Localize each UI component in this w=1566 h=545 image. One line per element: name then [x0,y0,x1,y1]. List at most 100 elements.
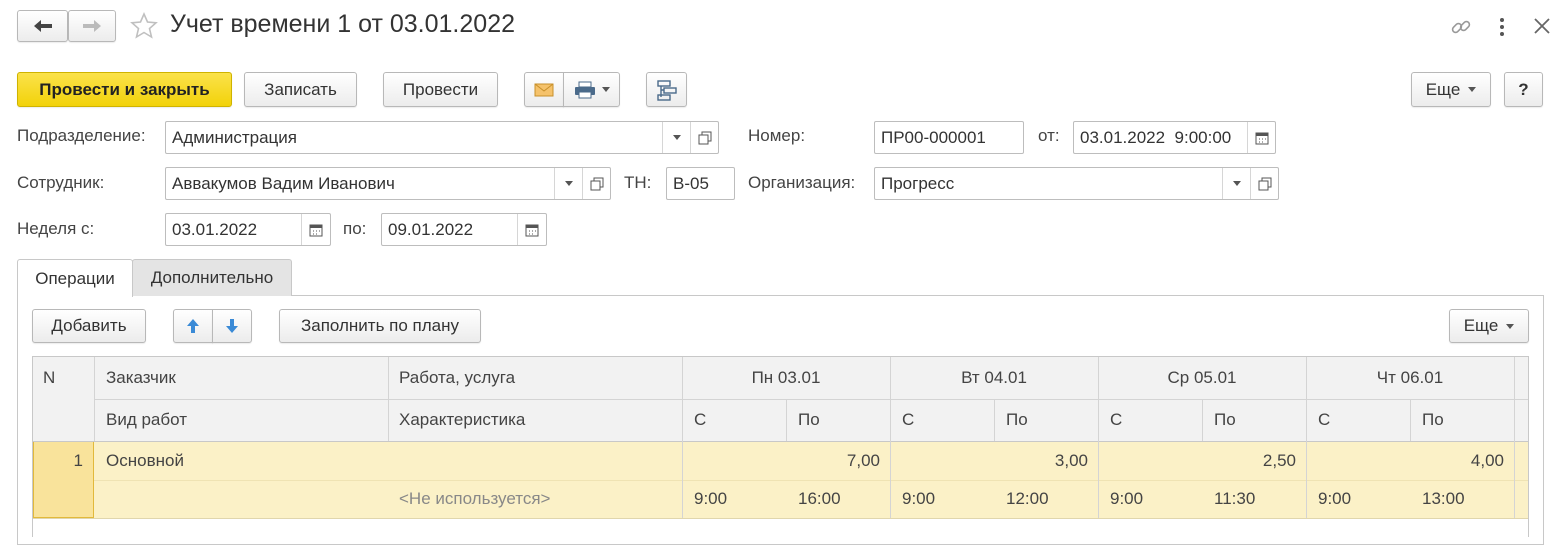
open-window-icon [698,131,711,144]
tn-label: ТН: [624,173,652,192]
more-vertical-icon[interactable] [1498,16,1506,43]
column-header-customer[interactable]: Заказчик [106,357,176,399]
open-window-icon [590,177,603,190]
column-header-day[interactable]: Чт 06.01 [1306,357,1514,399]
divider [388,357,389,441]
cell-day-total[interactable]: 2,50 [1098,442,1296,480]
column-header-to[interactable]: По [1214,399,1236,441]
column-header-to[interactable]: По [1422,399,1444,441]
print-button[interactable] [563,72,620,107]
cell-time-from[interactable]: 9:00 [1110,480,1143,518]
column-header-day[interactable]: Пн 03.01 [682,357,890,399]
cell-customer[interactable]: Основной [106,442,184,480]
cell-characteristic[interactable]: <Не используется> [399,480,550,518]
dropdown-button[interactable] [662,122,690,153]
structure-button[interactable] [646,72,687,107]
tn-value: В-05 [673,173,709,193]
divider [94,357,95,441]
arrow-down-icon [226,319,238,333]
add-button[interactable]: Добавить [32,309,146,343]
move-up-button[interactable] [173,309,213,343]
help-button[interactable]: ? [1504,72,1543,107]
open-button[interactable] [582,168,610,199]
back-button[interactable] [17,10,68,42]
calendar-button[interactable] [301,214,330,245]
tab-additional[interactable]: Дополнительно [132,259,292,296]
dropdown-button[interactable] [1222,168,1250,199]
number-label: Номер: [748,126,806,145]
column-header-day[interactable]: Ср 05.01 [1098,357,1306,399]
column-header-from[interactable]: С [902,399,914,441]
operations-table: N Заказчик Работа, услуга Пн 03.01 Вт 04… [32,356,1529,537]
open-button[interactable] [690,122,718,153]
column-header-from[interactable]: С [1318,399,1330,441]
email-button[interactable] [524,72,564,107]
week-from-value: 03.01.2022 [172,219,258,239]
department-value: Администрация [172,127,297,147]
number-value: ПР00-000001 [881,127,986,147]
chevron-down-icon [601,87,610,92]
tab-operations[interactable]: Операции [17,259,133,297]
column-header-from[interactable]: С [1110,399,1122,441]
organization-field[interactable]: Прогресс [874,167,1279,200]
date-field[interactable]: 03.01.2022 9:00:00 [1073,121,1276,154]
week-from-field[interactable]: 03.01.2022 [165,213,331,246]
column-header-day[interactable]: Вт 04.01 [890,357,1098,399]
post-and-close-button[interactable]: Провести и закрыть [17,72,232,107]
page-title: Учет времени 1 от 03.01.2022 [170,10,515,38]
calendar-button[interactable] [517,214,546,245]
cell-time-from[interactable]: 9:00 [902,480,935,518]
table-more-label: Еще [1463,316,1499,335]
tn-field[interactable]: В-05 [666,167,735,200]
fill-by-plan-button[interactable]: Заполнить по плану [279,309,481,343]
cell-time-from[interactable]: 9:00 [694,480,727,518]
forward-button[interactable] [68,10,116,42]
column-header-to[interactable]: По [1006,399,1028,441]
chevron-down-icon [1468,87,1477,92]
week-to-field[interactable]: 09.01.2022 [381,213,547,246]
divider [1202,399,1203,441]
cell-row-number[interactable]: 1 [33,442,83,480]
hierarchy-icon [656,79,677,101]
cell-time-to[interactable]: 12:00 [1006,480,1049,518]
column-header-characteristic[interactable]: Характеристика [399,399,525,441]
post-button[interactable]: Провести [383,72,498,107]
favorite-star-icon[interactable] [130,12,158,45]
calendar-button[interactable] [1247,122,1275,153]
column-header-to[interactable]: По [798,399,820,441]
move-down-button[interactable] [212,309,252,343]
save-button[interactable]: Записать [244,72,357,107]
cell-time-from[interactable]: 9:00 [1318,480,1351,518]
cell-time-to[interactable]: 11:30 [1214,480,1255,518]
cell-day-total[interactable]: 3,00 [890,442,1088,480]
employee-field[interactable]: Аввакумов Вадим Иванович [165,167,611,200]
chevron-down-icon [564,181,573,186]
date-value: 03.01.2022 9:00:00 [1080,127,1232,147]
number-field[interactable]: ПР00-000001 [874,121,1024,154]
cell-time-to[interactable]: 13:00 [1422,480,1465,518]
column-header-n[interactable]: N [43,357,55,399]
more-button[interactable]: Еще [1411,72,1491,107]
open-button[interactable] [1250,168,1278,199]
close-icon[interactable] [1533,17,1551,40]
week-to-value: 09.01.2022 [388,219,474,239]
link-icon[interactable] [1450,16,1472,43]
cell-day-total[interactable]: 7,00 [682,442,880,480]
calendar-icon [309,224,323,236]
divider [786,399,787,441]
calendar-icon [1255,132,1269,144]
arrow-up-icon [187,319,199,333]
cell-time-to[interactable]: 16:00 [798,480,841,518]
divider [1514,357,1515,518]
cell-day-total[interactable]: 4,00 [1306,442,1504,480]
open-window-icon [1258,177,1271,190]
column-header-work[interactable]: Работа, услуга [399,357,515,399]
envelope-icon [534,83,554,96]
table-more-button[interactable]: Еще [1449,309,1529,343]
divider [1410,399,1411,441]
dropdown-button[interactable] [554,168,582,199]
column-header-from[interactable]: С [694,399,706,441]
column-header-work-type[interactable]: Вид работ [106,399,187,441]
chevron-down-icon [672,135,681,140]
department-field[interactable]: Администрация [165,121,719,154]
